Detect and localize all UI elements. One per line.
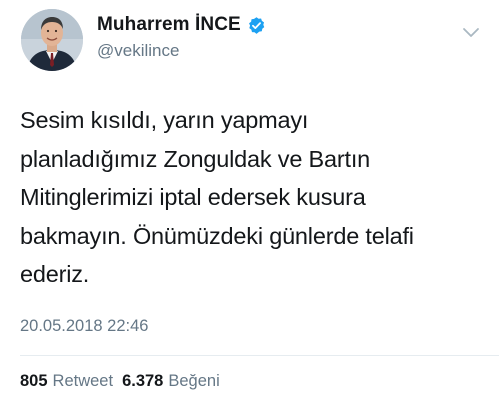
tweet-text: Sesim kısıldı, yarın yapmayı planladığım… xyxy=(20,101,480,294)
tweet-stats: 805 Retweet 6.378 Beğeni xyxy=(20,372,220,391)
verified-badge-icon xyxy=(247,16,266,35)
retweet-count: 805 xyxy=(20,372,48,390)
like-label: Beğeni xyxy=(168,372,220,390)
tweet-text-line: planladığımız Zonguldak ve Bartın xyxy=(20,145,371,172)
like-stat[interactable]: 6.378 Beğeni xyxy=(122,372,220,391)
tweet-text-line: Sesim kısıldı, yarın yapmayı xyxy=(20,107,309,133)
author-display-name[interactable]: Muharrem İNCE xyxy=(97,14,241,36)
tweet-text-line: ederiz. xyxy=(20,261,90,287)
tweet-text-line: bakmayın. Önümüzdeki günlerde telafi xyxy=(20,222,414,249)
tweet-text-line: Mitinglerimizi iptal edersek kusura xyxy=(20,184,366,210)
chevron-down-icon[interactable] xyxy=(462,26,480,38)
divider xyxy=(20,355,499,356)
tweet-card: Muharrem İNCE @vekilince Sesim kısıldı, … xyxy=(0,0,499,411)
avatar[interactable] xyxy=(21,9,83,71)
like-count: 6.378 xyxy=(122,372,164,390)
tweet-timestamp[interactable]: 20.05.2018 22:46 xyxy=(20,317,148,336)
person-avatar-icon xyxy=(21,9,83,71)
retweet-label: Retweet xyxy=(52,372,114,390)
author-name-row[interactable]: Muharrem İNCE xyxy=(97,13,266,37)
retweet-stat[interactable]: 805 Retweet xyxy=(20,372,113,391)
author-handle[interactable]: @vekilince xyxy=(97,41,179,61)
